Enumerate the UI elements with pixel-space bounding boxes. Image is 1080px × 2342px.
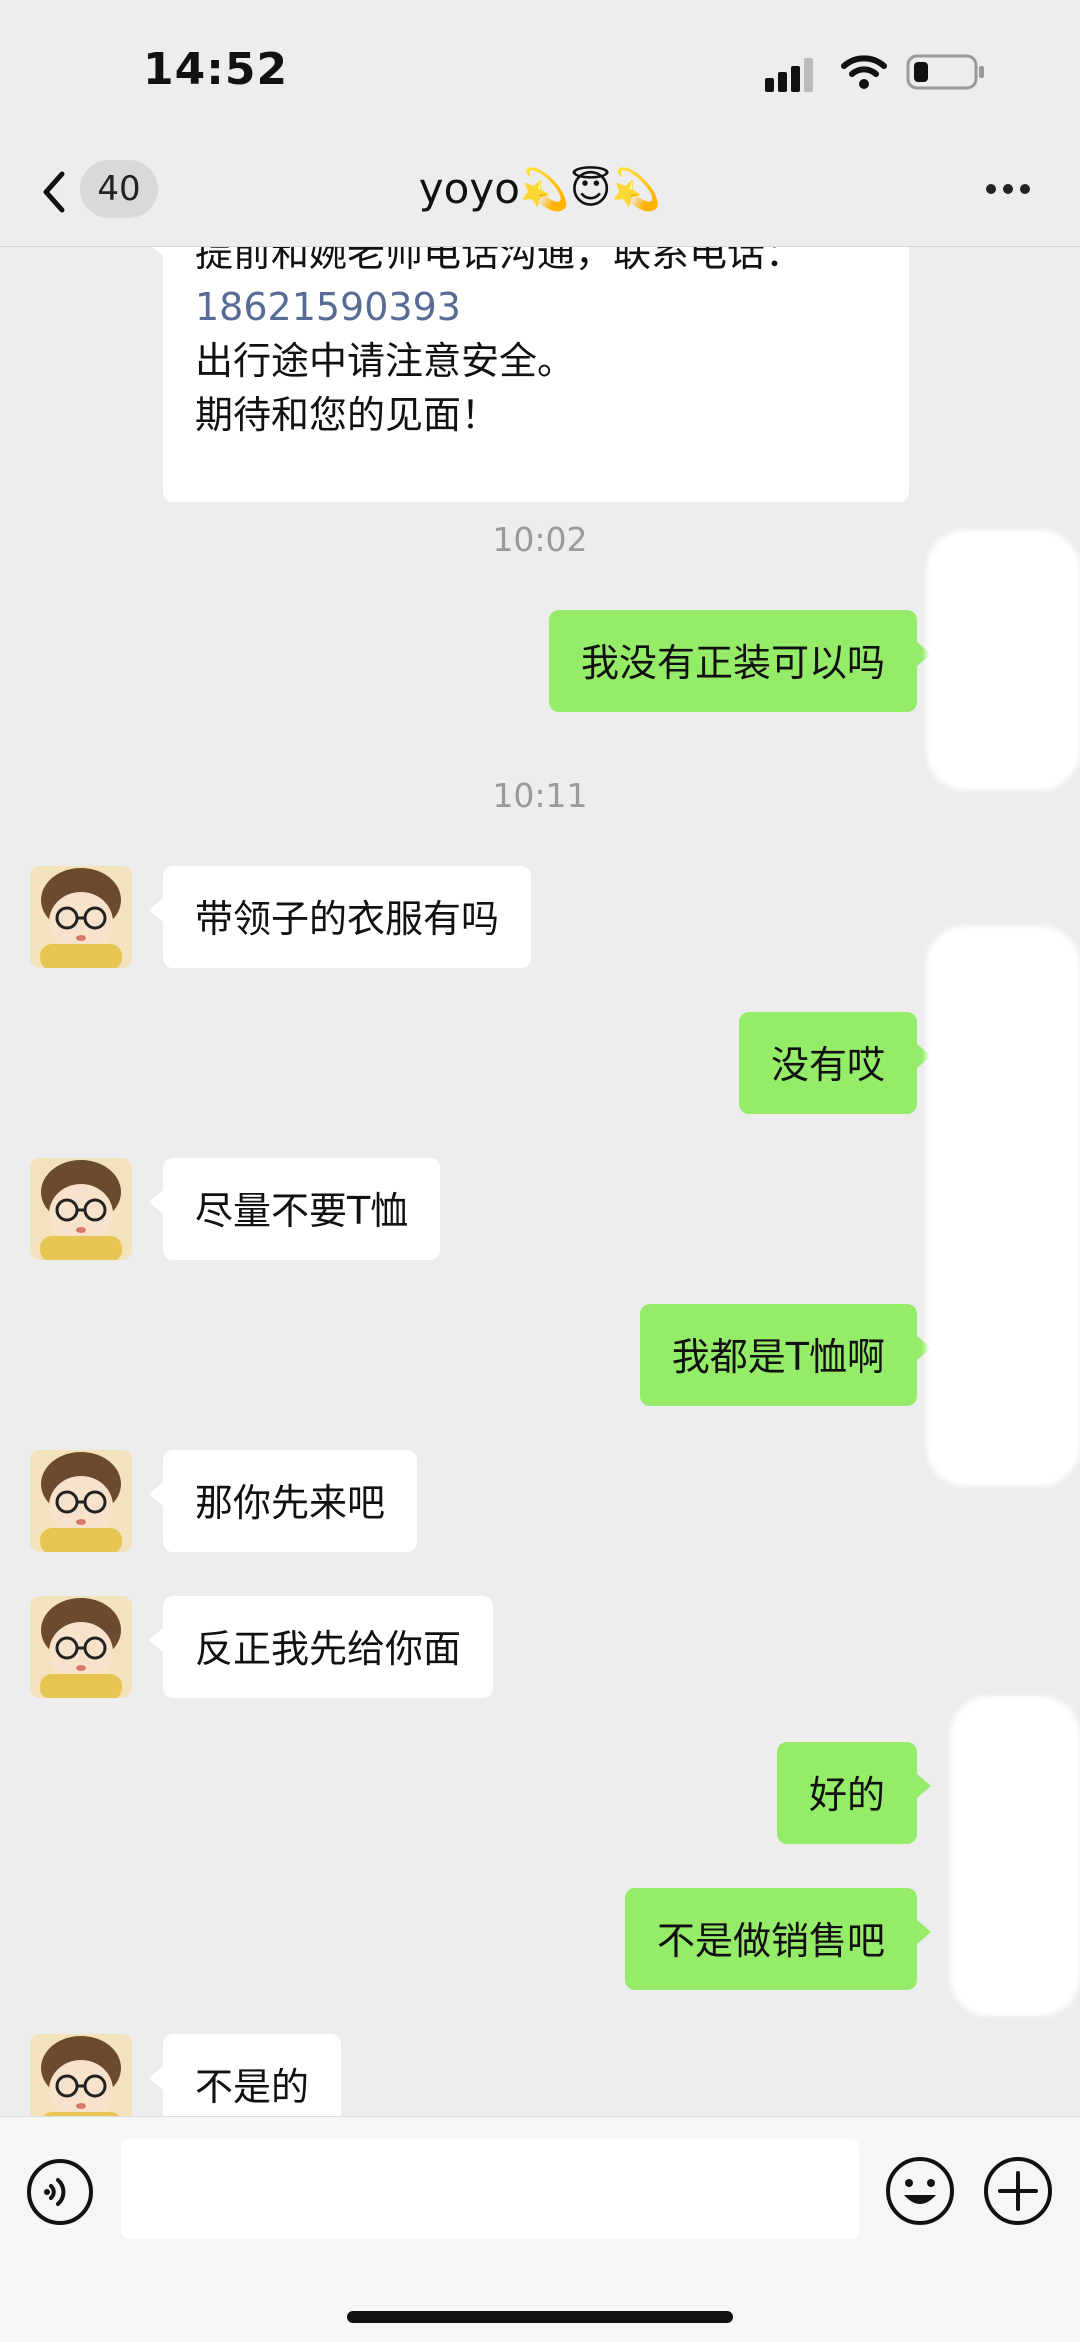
message-bubble-incoming[interactable]: 反正我先给你面 — [148, 1596, 494, 1698]
message-bubble-outgoing[interactable]: 好的 — [776, 1742, 932, 1844]
signal-icon — [765, 58, 813, 92]
avatar-image — [30, 2034, 132, 2116]
avatar[interactable] — [30, 1158, 132, 1260]
battery-icon — [906, 54, 984, 90]
redaction-mark — [926, 926, 1080, 1486]
phone-link[interactable]: 18621590393 — [195, 280, 877, 334]
contact-name: yoyo — [418, 164, 520, 213]
message-bubble-outgoing[interactable]: 没有哎 — [738, 1012, 932, 1114]
emoji-icon[interactable] — [884, 2155, 956, 2227]
avatar-image — [30, 1450, 132, 1552]
message-text: 出行途中请注意安全。 — [195, 339, 576, 383]
message-bubble-outgoing[interactable]: 不是做销售吧 — [624, 1888, 932, 1990]
chat-title: yoyo💫😇💫 — [0, 164, 1080, 213]
redaction-mark — [926, 530, 1080, 790]
message-bubble-top[interactable]: 提前和婉老师电话沟通，联系电话： 18621590393 出行途中请注意安全。 … — [149, 246, 909, 502]
avatar[interactable] — [30, 866, 132, 968]
more-icon[interactable] — [980, 180, 1036, 200]
status-bar: 14:52 — [0, 0, 1080, 140]
message-bubble-outgoing[interactable]: 我没有正装可以吗 — [548, 610, 932, 712]
wifi-icon — [841, 55, 887, 89]
timestamp: 10:11 — [492, 776, 588, 815]
avatar[interactable] — [30, 1450, 132, 1552]
message-input[interactable] — [121, 2139, 859, 2239]
avatar-image — [30, 1158, 132, 1260]
message-bubble-outgoing[interactable]: 我都是T恤啊 — [639, 1304, 932, 1406]
message-bubble-incoming[interactable]: 不是的 — [148, 2034, 342, 2116]
input-bar — [0, 2116, 1080, 2342]
avatar[interactable] — [30, 1596, 132, 1698]
plus-icon[interactable] — [982, 2155, 1054, 2227]
message-bubble-incoming[interactable]: 那你先来吧 — [148, 1450, 418, 1552]
voice-icon[interactable] — [25, 2157, 95, 2227]
avatar-image — [30, 866, 132, 968]
home-indicator — [347, 2311, 733, 2323]
message-text: 期待和您的见面！ — [195, 393, 500, 437]
status-time: 14:52 — [143, 44, 289, 95]
message-text: 提前和婉老师电话沟通，联系电话： — [195, 246, 804, 275]
timestamp: 10:02 — [492, 520, 588, 559]
message-list[interactable]: 提前和婉老师电话沟通，联系电话： 18621590393 出行途中请注意安全。 … — [0, 246, 1080, 2116]
avatar[interactable] — [30, 2034, 132, 2116]
avatar-image — [30, 1596, 132, 1698]
chat-header: 40 yoyo💫😇💫 — [0, 140, 1080, 247]
message-bubble-incoming[interactable]: 带领子的衣服有吗 — [148, 866, 532, 968]
redaction-mark — [950, 1696, 1080, 2016]
title-emojis: 💫😇💫 — [519, 167, 662, 213]
message-bubble-incoming[interactable]: 尽量不要T恤 — [148, 1158, 441, 1260]
